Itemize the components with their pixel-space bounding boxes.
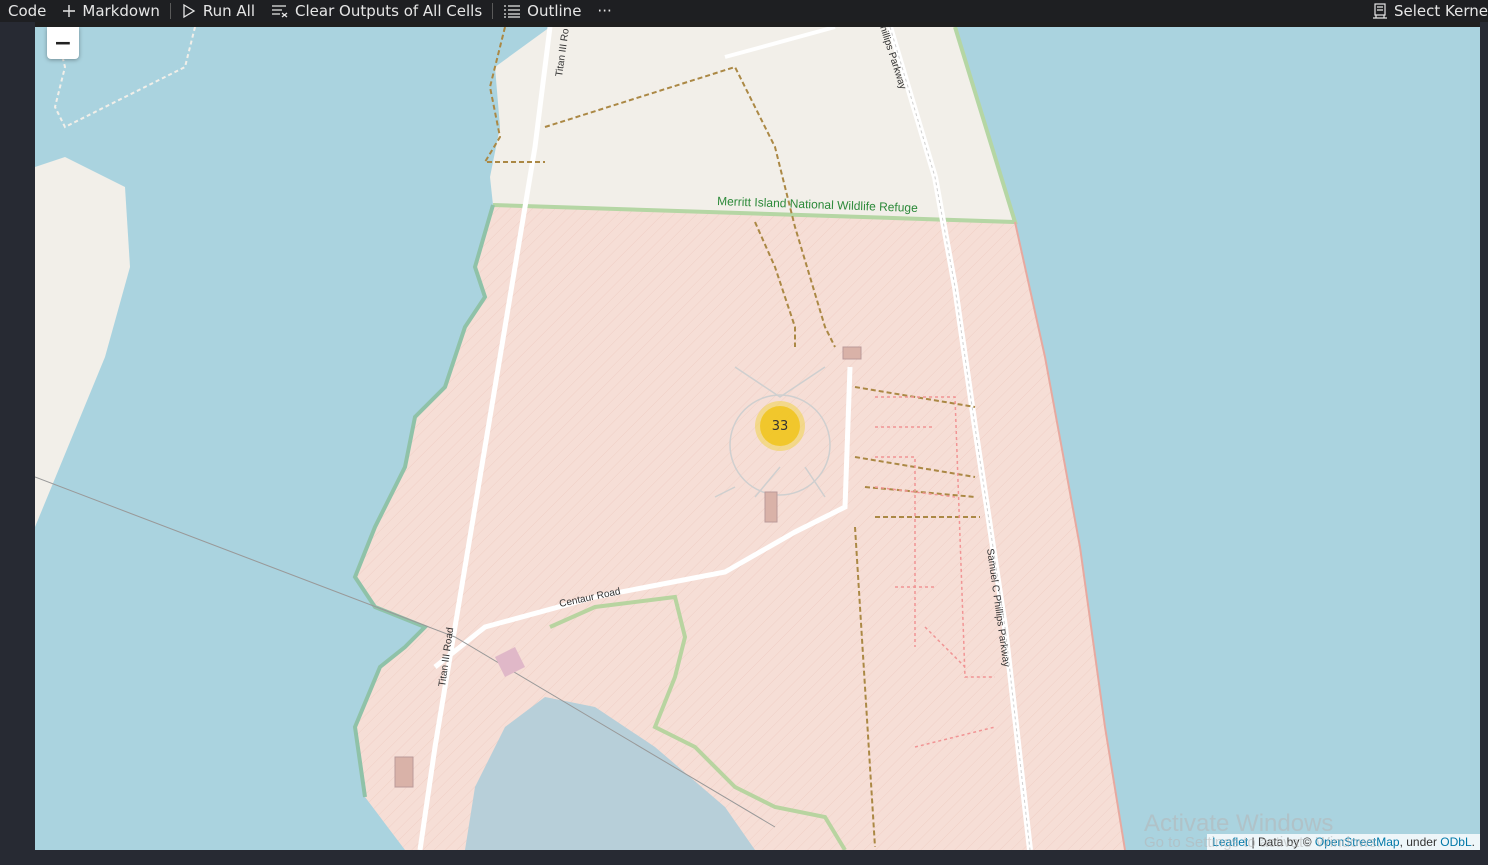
toolbar-divider <box>492 3 494 19</box>
map-container[interactable]: Merritt Island National Wildlife Refuge … <box>35 27 1480 850</box>
select-kernel-button[interactable]: Select Kerne <box>1364 0 1488 22</box>
run-all-label: Run All <box>202 2 256 20</box>
editor-gutter <box>0 22 35 865</box>
run-all-button[interactable]: Run All <box>173 0 263 22</box>
play-icon <box>183 3 196 19</box>
select-kernel-label: Select Kerne <box>1394 2 1488 20</box>
building <box>394 756 414 788</box>
marker-cluster[interactable]: 33 <box>755 401 805 451</box>
code-label: Code <box>8 2 47 20</box>
cluster-count: 33 <box>760 406 800 446</box>
clear-outputs-button[interactable]: Clear Outputs of All Cells <box>263 0 490 22</box>
plus-icon <box>63 5 76 17</box>
notebook-toolbar: Code Markdown Run All Clear Outputs of A… <box>0 0 1488 22</box>
activation-watermark: Activate Windows Go to Settings to activ… <box>1144 810 1381 851</box>
list-icon <box>504 5 521 18</box>
odbl-link[interactable]: ODbL <box>1440 835 1471 849</box>
attribution-end: . <box>1471 835 1475 849</box>
clear-outputs-label: Clear Outputs of All Cells <box>295 2 483 20</box>
editor-scrollbar[interactable] <box>1480 22 1488 865</box>
bottom-bar <box>0 850 1488 865</box>
outline-label: Outline <box>527 2 582 20</box>
building <box>764 491 778 523</box>
zoom-out-button[interactable]: − <box>47 27 79 59</box>
attribution-under: , under <box>1399 835 1441 849</box>
code-button[interactable]: Code <box>0 0 54 22</box>
add-markdown-button[interactable]: Markdown <box>54 0 167 22</box>
markdown-label: Markdown <box>82 2 160 20</box>
toolbar-divider <box>169 3 171 19</box>
more-label: ··· <box>597 2 612 20</box>
more-actions-button[interactable]: ··· <box>589 0 619 22</box>
clear-all-icon <box>272 5 288 18</box>
outline-button[interactable]: Outline <box>495 0 589 22</box>
watermark-subtitle: Go to Settings to activate Windows. <box>1144 834 1381 851</box>
building <box>842 346 862 360</box>
server-icon <box>1373 3 1387 19</box>
